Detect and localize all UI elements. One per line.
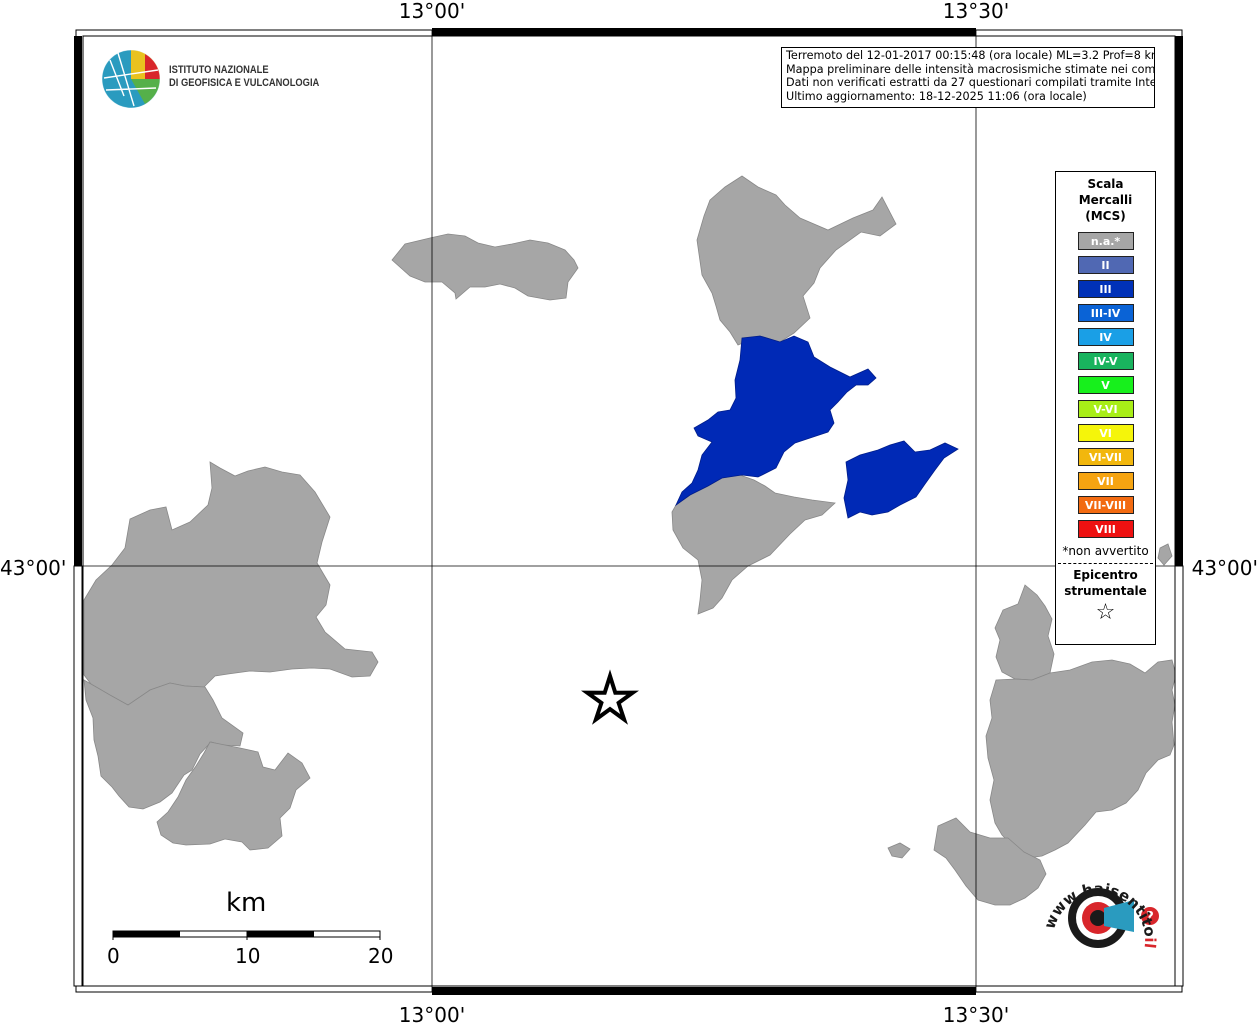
legend-item: VIII <box>1077 520 1134 538</box>
municipality-intensity-iii-a <box>675 335 877 507</box>
legend-item: III <box>1077 280 1134 298</box>
legend-item: VI-VII <box>1077 448 1134 466</box>
lon-label-bottom-east: 13°30' <box>943 1003 1009 1024</box>
lon-label-top-east: 13°30' <box>943 0 1009 23</box>
lat-label-right: 43°00' <box>1192 556 1258 580</box>
scale-bar <box>112 930 381 940</box>
legend-item: V <box>1077 376 1134 394</box>
legend-item: II <box>1077 256 1134 274</box>
municipality-intensity-iii-b <box>843 440 959 519</box>
legend-item: III-IV <box>1077 304 1134 322</box>
legend-item: n.a.* <box>1077 232 1134 250</box>
legend-item: IV-V <box>1077 352 1134 370</box>
municipality-east-small <box>887 842 911 859</box>
legend-item: VII-VIII <box>1077 496 1134 514</box>
municipality-east-a <box>994 584 1055 681</box>
info-line-data-note: Dati non verificati estratti da 27 quest… <box>786 76 1155 89</box>
lon-label-bottom-west: 13°00' <box>399 1003 465 1024</box>
municipality-center-south <box>671 474 836 615</box>
municipality-north-west <box>391 233 579 301</box>
legend-item: VI <box>1077 424 1134 442</box>
legend-item: VII <box>1077 472 1134 490</box>
legend-items: n.a.* II III III-IV IV IV-V V V-VI VI VI-VII VII VI… <box>1056 232 1155 538</box>
legend-not-felt-note: *non avvertito <box>1062 544 1149 558</box>
lon-label-top-west: 13°00' <box>399 0 465 23</box>
earthquake-info-box: Terremoto del 12-01-2017 00:15:48 (ora l… <box>781 47 1155 108</box>
haisentito-logo: ? www.haisentitoilterremoto.it <box>1036 860 1159 949</box>
info-line-event: Terremoto del 12-01-2017 00:15:48 (ora l… <box>786 49 1155 62</box>
legend-divider <box>1058 563 1153 564</box>
info-line-map-desc: Mappa preliminare delle intensità macros… <box>786 62 1155 76</box>
epicenter-star-icon <box>580 669 640 725</box>
ingv-name: ISTITUTO NAZIONALE DI GEOFISICA E VULCAN… <box>169 64 319 90</box>
legend-item: V-VI <box>1077 400 1134 418</box>
scale-bar-label-10: 10 <box>235 944 261 968</box>
ingv-name-line2: DI GEOFISICA E VULCANOLOGIA <box>169 77 320 89</box>
municipality-west-large <box>83 461 379 706</box>
legend-item: IV <box>1077 328 1134 346</box>
ingv-globe-logo <box>101 49 161 109</box>
municipality-north-east <box>696 175 897 346</box>
lat-label-left: 43°00' <box>0 556 66 580</box>
ingv-name-line1: ISTITUTO NAZIONALE <box>169 64 269 76</box>
legend-epicenter-star-icon: ☆ <box>1095 600 1116 625</box>
legend-title: Scala Mercalli (MCS) <box>1078 177 1133 223</box>
info-line-last-update: Ultimo aggiornamento: 18-12-2025 11:06 (… <box>786 89 1087 103</box>
mercalli-legend: Scala Mercalli (MCS) n.a.* II III III-IV IV I… <box>1055 171 1156 645</box>
scale-bar-label-0: 0 <box>107 944 120 968</box>
legend-epicenter-label: Epicentro strumentale <box>1064 568 1147 598</box>
scale-bar-label-20: 20 <box>368 944 394 968</box>
scale-bar-unit: km <box>226 888 267 918</box>
municipality-east-sliver <box>1157 543 1173 566</box>
municipality-east-b <box>985 659 1177 859</box>
